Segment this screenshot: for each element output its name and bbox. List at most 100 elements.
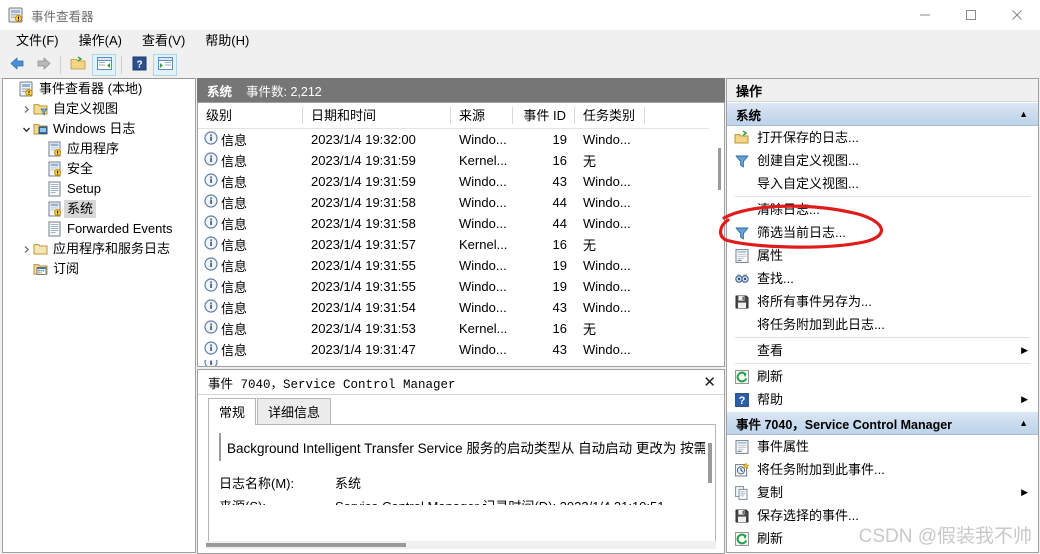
tree-node-3[interactable]: 应用程序 xyxy=(3,139,195,159)
table-row[interactable]: 信息 2023/1/4 19:31:57 Kernel... 16 无 xyxy=(198,234,724,255)
event-event-id-cell: 43 xyxy=(552,300,567,315)
event-source-cell: Windo... xyxy=(459,258,507,273)
tab-details[interactable]: 详细信息 xyxy=(257,398,332,424)
detail-scrollbar-thumb[interactable] xyxy=(708,443,712,483)
action-item[interactable]: 将所有事件另存为... xyxy=(727,290,1038,313)
actions-section-header[interactable]: 事件 7040，Service Control Manager ▲ xyxy=(727,411,1038,435)
event-list[interactable]: 级别 日期和时间 来源 事件 ID 任务类别 信息 2023/1/4 19:32:00 Wi… xyxy=(197,102,725,367)
action-item-label: 复制 xyxy=(757,484,784,500)
column-header-0[interactable]: 级别 xyxy=(198,107,303,124)
create-custom-view-icon xyxy=(734,153,751,169)
action-item[interactable]: 导入自定义视图... xyxy=(727,172,1038,195)
tree-node-0[interactable]: 事件查看器 (本地) xyxy=(3,79,195,99)
toolbar-show-tree[interactable] xyxy=(92,54,116,76)
tree-node-9[interactable]: 订阅 xyxy=(3,259,195,279)
detail-hscrollbar-thumb[interactable] xyxy=(206,543,406,547)
tree-node-8[interactable]: 应用程序和服务日志 xyxy=(3,239,195,259)
table-row[interactable]: 信息 2023/1/4 19:31:47 Windo... 43 Windo... xyxy=(198,339,724,360)
toolbar-help[interactable]: ? xyxy=(127,54,151,76)
collapse-caret-icon[interactable]: ▲ xyxy=(1019,109,1028,119)
detail-field-log-name: 日志名称(M): 系统 xyxy=(219,473,705,492)
detail-content: Background Intelligent Transfer Service … xyxy=(208,425,716,547)
tree-node-2[interactable]: Windows 日志 xyxy=(3,119,195,139)
toolbar-back[interactable] xyxy=(5,54,29,76)
action-item[interactable]: 清除日志... xyxy=(727,198,1038,221)
table-row[interactable]: 信息 2023/1/4 19:32:00 Windo... 19 Windo... xyxy=(198,129,724,150)
minimize-button[interactable] xyxy=(902,0,948,30)
action-item[interactable]: 查看 ▶ xyxy=(727,339,1038,362)
table-row[interactable]: 信息 2023/1/4 19:31:54 Windo... 43 Windo... xyxy=(198,297,724,318)
table-row[interactable]: 信息 2023/1/4 19:31:58 Windo... 44 Windo... xyxy=(198,213,724,234)
actions-section-header[interactable]: 系统 ▲ xyxy=(727,102,1038,126)
detail-vertical-scrollbar[interactable] xyxy=(703,425,714,546)
folder-icon xyxy=(33,241,49,257)
action-item[interactable]: 查找... xyxy=(727,267,1038,290)
action-item[interactable]: ? 帮助 ▶ xyxy=(727,388,1038,411)
column-header-1[interactable]: 日期和时间 xyxy=(303,107,451,124)
toolbar-forward[interactable] xyxy=(31,54,55,76)
menu-view[interactable]: 查看(V) xyxy=(132,31,195,51)
detail-tabs: 常规 详细信息 xyxy=(208,398,716,425)
toolbar-show-actions[interactable] xyxy=(153,54,177,76)
table-row[interactable]: 信息 2023/1/4 19:31:59 Kernel... 16 无 xyxy=(198,150,724,171)
console-tree-pane[interactable]: 事件查看器 (本地) 自定义视图 Windows 日志 应用程序 安全 Setup 系统 Fo… xyxy=(2,78,196,553)
action-item[interactable]: 属性 xyxy=(727,244,1038,267)
action-item[interactable]: 将任务附加到此事件... xyxy=(727,458,1038,481)
action-item[interactable]: 打开保存的日志... xyxy=(727,126,1038,149)
table-row[interactable]: 信息 2023/1/4 19:31:55 Windo... 19 Windo... xyxy=(198,255,724,276)
chevron-right-icon[interactable] xyxy=(19,99,33,119)
action-item[interactable]: 筛选当前日志... xyxy=(727,221,1038,244)
tree-node-6[interactable]: 系统 xyxy=(3,199,195,219)
actions-list[interactable]: 系统 ▲ 打开保存的日志... 创建自定义视图... 导入自定义视图... 清除日志...… xyxy=(727,102,1038,552)
action-item[interactable]: 刷新 xyxy=(727,365,1038,388)
column-header-4[interactable]: 任务类别 xyxy=(575,107,645,124)
column-header-2[interactable]: 来源 xyxy=(451,107,513,124)
event-datetime-cell: 2023/1/4 19:31:47 xyxy=(311,342,416,357)
action-item[interactable]: 创建自定义视图... xyxy=(727,149,1038,172)
chevron-right-icon[interactable] xyxy=(19,239,33,259)
tab-general[interactable]: 常规 xyxy=(208,398,257,425)
action-item[interactable]: 复制 ▶ xyxy=(727,481,1038,504)
menu-action[interactable]: 操作(A) xyxy=(69,31,132,51)
actions-section-name: 事件 7040，Service Control Manager xyxy=(736,417,953,432)
event-level-label: 信息 xyxy=(221,154,248,169)
table-row[interactable]: 信息 2023/1/4 19:31:55 Windo... 19 Windo... xyxy=(198,276,724,297)
action-item[interactable]: 事件属性 xyxy=(727,435,1038,458)
table-row[interactable]: 信息 2023/1/4 19:31:58 Windo... 44 Windo... xyxy=(198,192,724,213)
menu-file[interactable]: 文件(F) xyxy=(6,31,69,51)
table-row[interactable]: 信息 2023/1/4 19:31:53 Kernel... 16 无 xyxy=(198,318,724,339)
close-button[interactable] xyxy=(994,0,1040,30)
event-datetime-cell: 2023/1/4 19:31:58 xyxy=(311,195,416,210)
toolbar-open[interactable] xyxy=(66,54,90,76)
tree-node-5[interactable]: Setup xyxy=(3,179,195,199)
column-header-5[interactable] xyxy=(645,107,705,124)
information-icon xyxy=(204,299,218,316)
column-header-3[interactable]: 事件 ID xyxy=(513,107,575,124)
scrollbar-thumb[interactable] xyxy=(718,148,721,190)
menu-help[interactable]: 帮助(H) xyxy=(195,31,259,51)
action-item-label: 事件属性 xyxy=(757,438,810,454)
event-datetime-cell: 2023/1/4 19:31:55 xyxy=(311,279,416,294)
tree-node-7[interactable]: Forwarded Events xyxy=(3,219,195,239)
tree-node-label: 系统 xyxy=(64,200,97,218)
table-row-partial[interactable] xyxy=(198,360,724,366)
maximize-button[interactable] xyxy=(948,0,994,30)
tree-node-1[interactable]: 自定义视图 xyxy=(3,99,195,119)
center-pane: 系统 事件数: 2,212 级别 日期和时间 来源 事件 ID 任务类别 信息 2023/… xyxy=(197,78,725,554)
event-level-label: 信息 xyxy=(221,259,248,274)
tree-node-4[interactable]: 安全 xyxy=(3,159,195,179)
action-item-label: 刷新 xyxy=(757,530,784,546)
no-icon xyxy=(734,317,751,333)
event-list-scrollbar[interactable] xyxy=(709,128,724,366)
detail-horizontal-scrollbar[interactable] xyxy=(206,541,716,549)
chevron-down-icon[interactable] xyxy=(19,119,33,139)
action-item[interactable]: 将任务附加到此日志... xyxy=(727,313,1038,336)
table-row[interactable]: 信息 2023/1/4 19:31:59 Windo... 43 Windo... xyxy=(198,171,724,192)
actions-section-name: 系统 xyxy=(736,108,762,123)
event-level-label: 信息 xyxy=(221,175,248,190)
collapse-caret-icon[interactable]: ▲ xyxy=(1019,418,1028,428)
information-icon xyxy=(204,341,218,358)
information-icon xyxy=(204,173,218,190)
event-viewer-icon xyxy=(8,7,24,23)
detail-close-icon[interactable]: ✕ xyxy=(703,375,716,390)
